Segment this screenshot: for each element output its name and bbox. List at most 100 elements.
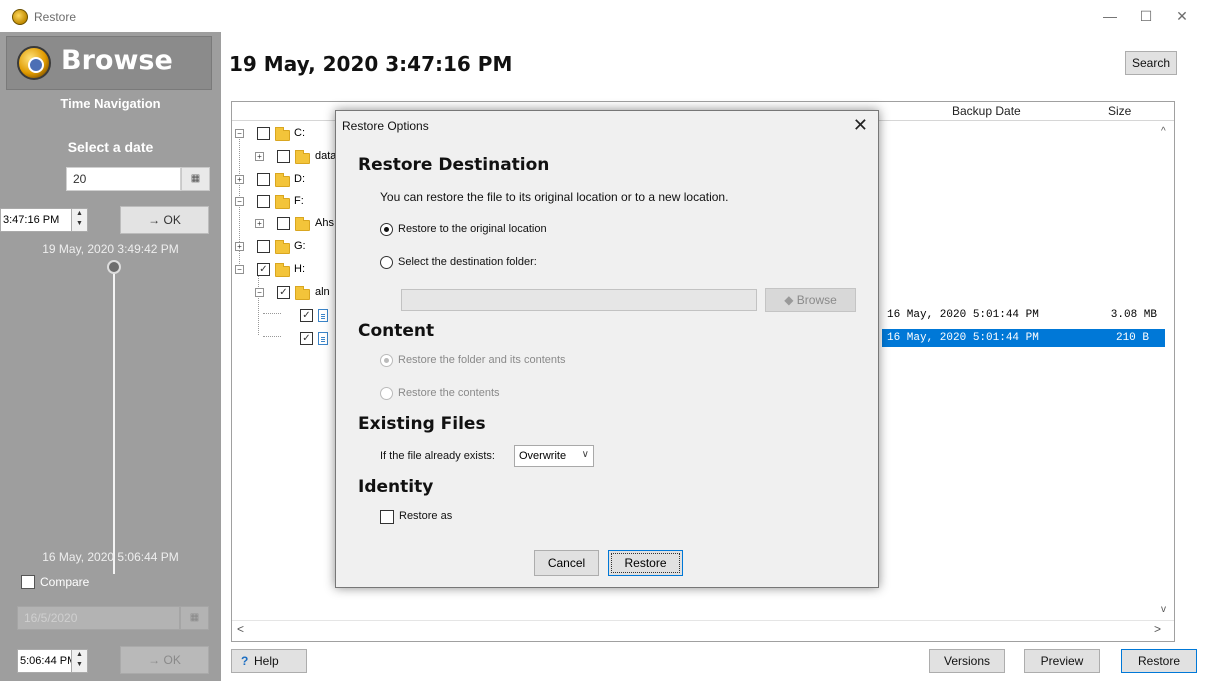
tree-item-label: G: [294, 240, 306, 252]
restore-destination-description: You can restore the file to its original… [380, 190, 729, 204]
contents-radio [380, 387, 393, 400]
column-backup-date[interactable]: Backup Date [952, 104, 1021, 118]
scroll-left-icon[interactable]: < [237, 622, 244, 636]
tree-item[interactable]: ✓ [232, 306, 342, 324]
tree-checkbox[interactable] [257, 127, 270, 140]
tree-item[interactable]: ✓ [232, 329, 342, 347]
scroll-right-icon[interactable]: > [1154, 622, 1161, 636]
tree-checkbox[interactable] [277, 150, 290, 163]
calendar-icon[interactable]: ▦ [181, 167, 210, 191]
tree-checkbox[interactable] [257, 173, 270, 186]
collapse-icon[interactable]: − [235, 197, 244, 206]
tree-checkbox-checked[interactable]: ✓ [277, 286, 290, 299]
tree-item[interactable]: + G: [232, 237, 332, 255]
browse-header: Browse [6, 36, 212, 90]
date-input[interactable]: 20 [66, 167, 181, 191]
close-window-button[interactable]: ✕ [1164, 0, 1200, 32]
file-row[interactable]: 16 May, 2020 5:01:44 PM 3.08 MB [882, 306, 1165, 324]
tree-checkbox-checked[interactable]: ✓ [300, 332, 313, 345]
versions-button[interactable]: Versions [929, 649, 1005, 673]
scrollbar-divider [232, 620, 1174, 621]
help-button[interactable]: ? Help [231, 649, 307, 673]
tree-item[interactable]: + Ahs [232, 214, 342, 232]
title-bar: Restore — ☐ ✕ [0, 0, 1205, 32]
restore-as-checkbox[interactable] [380, 510, 394, 524]
compare-time-spinner[interactable]: 5:06:44 PM ▲ ▼ [17, 649, 88, 673]
existing-files-select[interactable]: Overwrite ∨ [514, 445, 594, 467]
browse-label: Browse [796, 293, 837, 307]
tree-item[interactable]: − ✓ H: [232, 260, 332, 278]
compare-ok-button: → OK [120, 646, 209, 674]
help-icon: ? [241, 654, 249, 668]
select-date-label: Select a date [67, 139, 154, 155]
timeline-slider-handle[interactable] [107, 260, 121, 274]
chevron-down-icon: ∨ [581, 449, 589, 460]
search-button[interactable]: Search [1125, 51, 1177, 75]
original-location-label: Restore to the original location [398, 223, 547, 235]
tree-checkbox[interactable] [257, 240, 270, 253]
current-date-title: 19 May, 2020 3:47:16 PM [229, 52, 513, 76]
folder-contents-radio [380, 354, 393, 367]
file-size: 3.08 MB [1110, 309, 1157, 321]
scroll-down-icon[interactable]: v [1161, 604, 1166, 615]
ok-button[interactable]: → OK [120, 206, 209, 234]
time-navigation-label: Time Navigation [60, 96, 161, 111]
tree-checkbox-checked[interactable]: ✓ [257, 263, 270, 276]
scroll-up-icon[interactable]: ^ [1161, 126, 1166, 137]
expand-icon[interactable]: + [255, 152, 264, 161]
identity-heading: Identity [358, 477, 434, 497]
folder-icon [275, 263, 290, 277]
tree-item[interactable]: − F: [232, 192, 332, 210]
timeline-track [113, 270, 115, 574]
browse-title: Browse [61, 45, 173, 76]
dialog-cancel-button[interactable]: Cancel [534, 550, 599, 576]
browse-button: ◆ Browse [765, 288, 856, 312]
tree-checkbox[interactable] [277, 217, 290, 230]
spinner-arrows-icon[interactable]: ▲ ▼ [71, 209, 87, 231]
tree-item[interactable]: + D: [232, 170, 332, 188]
collapse-icon[interactable]: − [235, 129, 244, 138]
file-row-selected[interactable]: 16 May, 2020 5:01:44 PM 210 B [882, 329, 1165, 347]
time-navigation-panel: Browse Time Navigation Select a date 20 … [0, 32, 221, 681]
file-size: 210 B [1115, 332, 1149, 344]
folder-icon [295, 217, 310, 231]
column-size[interactable]: Size [1108, 104, 1131, 118]
collapse-icon[interactable]: − [235, 265, 244, 274]
tree-item-label: F: [294, 195, 304, 207]
tree-item[interactable]: − C: [232, 124, 332, 142]
preview-button[interactable]: Preview [1024, 649, 1100, 673]
restore-button[interactable]: Restore [1121, 649, 1197, 673]
compare-calendar-icon: ▦ [180, 606, 209, 630]
maximize-button[interactable]: ☐ [1128, 0, 1164, 32]
original-location-radio[interactable] [380, 223, 393, 236]
folder-icon [275, 240, 290, 254]
expand-icon[interactable]: + [235, 242, 244, 251]
expand-icon[interactable]: + [235, 175, 244, 184]
select-folder-label: Select the destination folder: [398, 256, 537, 268]
slider-bottom-date: 16 May, 2020 5:06:44 PM [42, 550, 179, 564]
dialog-close-icon[interactable]: ✕ [853, 115, 868, 136]
existing-files-prompt: If the file already exists: [380, 450, 495, 462]
tree-checkbox[interactable] [257, 195, 270, 208]
time-spinner[interactable]: 3:47:16 PM ▲ ▼ [0, 208, 88, 232]
folder-icon [275, 127, 290, 141]
folder-icon [295, 150, 310, 164]
tree-checkbox-checked[interactable]: ✓ [300, 309, 313, 322]
dialog-restore-button[interactable]: Restore [608, 550, 683, 576]
tree-item-label: H: [294, 263, 305, 275]
tree-item[interactable]: − ✓ aln [232, 283, 342, 301]
expand-icon[interactable]: + [255, 219, 264, 228]
restore-options-dialog: Restore Options ✕ Restore Destination Yo… [335, 110, 879, 588]
tree-item[interactable]: + data [232, 147, 342, 165]
browse-icon: ◆ [784, 293, 794, 307]
select-folder-radio[interactable] [380, 256, 393, 269]
collapse-icon[interactable]: − [255, 288, 264, 297]
compare-time-value: 5:06:44 PM [20, 655, 77, 667]
compare-checkbox[interactable] [21, 575, 35, 589]
restore-destination-heading: Restore Destination [358, 155, 550, 175]
tree-item-label: D: [294, 173, 305, 185]
folder-icon [275, 195, 290, 209]
minimize-button[interactable]: — [1092, 0, 1128, 32]
compare-label: Compare [40, 575, 90, 589]
compare-spinner-arrows-icon[interactable]: ▲ ▼ [71, 650, 87, 672]
